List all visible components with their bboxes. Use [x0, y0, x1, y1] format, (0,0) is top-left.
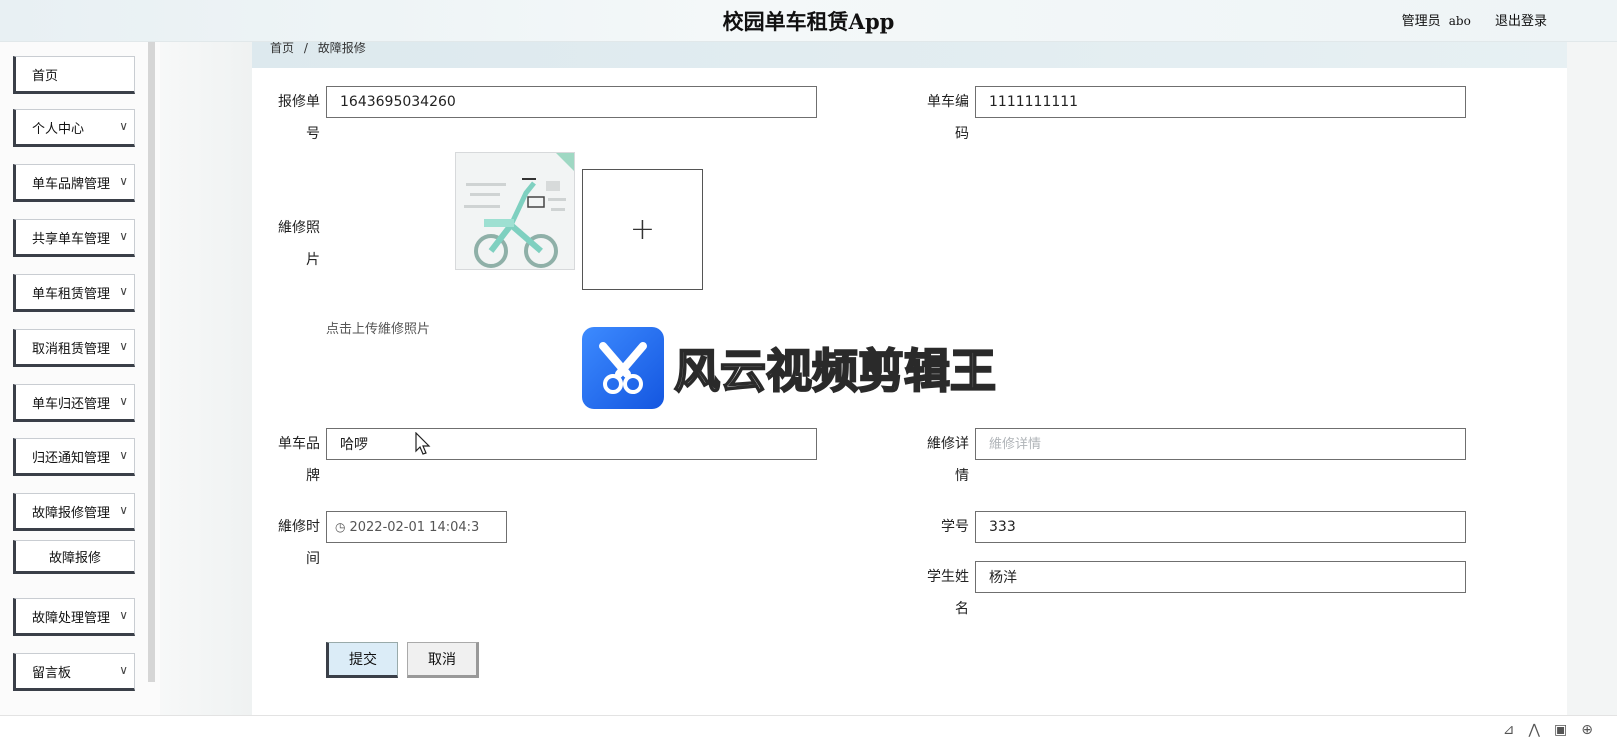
- submit-button[interactable]: 提交: [326, 642, 398, 678]
- repair-detail-label: 維修详情: [927, 436, 969, 484]
- sidebar-scrollbar[interactable]: [148, 42, 155, 682]
- sidebar-item-fault-report-mgmt[interactable]: 故障报修管理 ∨: [13, 493, 135, 531]
- chevron-down-icon: ∨: [119, 503, 128, 517]
- sidebar-item-label: 单车归还管理: [32, 396, 111, 412]
- chevron-down-icon: ∨: [119, 663, 128, 677]
- sidebar-item-label: 留言板: [32, 665, 72, 681]
- sidebar: 首页 个人中心 ∨ 单车品牌管理 ∨ 共享单车管理 ∨ 单车租赁管理 ∨ 取消租…: [0, 42, 160, 742]
- repair-no-label: 报修单号: [278, 94, 320, 142]
- user-role: 管理员: [1401, 14, 1441, 29]
- plus-icon: +: [629, 212, 656, 247]
- chevron-down-icon: ∨: [119, 284, 128, 298]
- bike-code-input[interactable]: [975, 86, 1466, 118]
- status-bar-icons: ⊿⋀▣⊕: [1503, 722, 1607, 738]
- repair-photo-label-text: 維修照片: [278, 220, 320, 268]
- chevron-down-icon: ∨: [119, 394, 128, 408]
- bike-code-label: 单车编码: [927, 94, 969, 142]
- scissors-icon: [599, 342, 647, 394]
- background-strip: [160, 42, 252, 715]
- breadcrumb-current: 故障报修: [317, 42, 366, 55]
- sidebar-item-label: 单车租赁管理: [32, 286, 111, 302]
- mouse-cursor-icon: [415, 432, 431, 455]
- sidebar-item-label: 故障报修管理: [32, 505, 111, 521]
- sidebar-subitem-label: 故障报修: [48, 550, 101, 566]
- toolbar-icon[interactable]: ▣: [1554, 722, 1581, 738]
- sidebar-item-return-notice[interactable]: 归还通知管理 ∨: [13, 438, 135, 476]
- watermark-text: 风云视频剪辑王: [673, 343, 997, 399]
- header-user-area: 管理员 abo 退出登录: [1402, 10, 1547, 29]
- sidebar-item-bike-return[interactable]: 单车归还管理 ∨: [13, 384, 135, 422]
- repair-photo-thumbnail[interactable]: [455, 152, 575, 270]
- sidebar-item-bike-brand[interactable]: 单车品牌管理 ∨: [13, 164, 135, 202]
- chevron-down-icon: ∨: [119, 608, 128, 622]
- chevron-down-icon: ∨: [119, 119, 128, 133]
- watermark-logo: [582, 327, 664, 409]
- student-no-input[interactable]: [975, 511, 1466, 543]
- upload-hint: 点击上传維修照片: [326, 322, 431, 337]
- sidebar-item-label: 共享单车管理: [32, 231, 111, 247]
- student-name-input[interactable]: [975, 561, 1466, 593]
- chevron-down-icon: ∨: [119, 229, 128, 243]
- repair-photo-label: 維修照片: [272, 212, 320, 276]
- repair-detail-input[interactable]: [975, 428, 1466, 460]
- user-name: abo: [1448, 14, 1471, 28]
- repair-time-picker[interactable]: ◷ 2022-02-01 14:04:3: [326, 511, 507, 543]
- bottom-status-bar: ⊿⋀▣⊕: [0, 715, 1617, 756]
- sidebar-item-label: 取消租赁管理: [32, 341, 111, 357]
- sidebar-item-bike-rental[interactable]: 单车租赁管理 ∨: [13, 274, 135, 312]
- repair-time-label: 維修时间: [278, 519, 320, 567]
- chevron-down-icon: ∨: [119, 174, 128, 188]
- upload-photo-button[interactable]: +: [582, 169, 703, 290]
- toolbar-icon[interactable]: ⊿: [1503, 722, 1529, 738]
- clock-icon: ◷: [335, 520, 346, 534]
- sidebar-item-home[interactable]: 首页: [13, 56, 135, 94]
- check-icon: [556, 153, 574, 171]
- logout-link[interactable]: 退出登录: [1495, 14, 1547, 29]
- student-no-label: 学号: [941, 519, 969, 535]
- student-name-label: 学生姓名: [927, 569, 969, 617]
- sidebar-subitem-fault-report[interactable]: 故障报修: [13, 540, 135, 574]
- sidebar-item-label: 故障处理管理: [32, 610, 111, 626]
- chevron-down-icon: ∨: [119, 339, 128, 353]
- bike-brand-input[interactable]: [326, 428, 817, 460]
- app-title: 校园单车租赁App: [722, 9, 895, 34]
- toolbar-icon[interactable]: ⊕: [1581, 722, 1607, 738]
- sidebar-item-message-board[interactable]: 留言板 ∨: [13, 653, 135, 691]
- video-editor-watermark: 风云视频剪辑王: [582, 327, 997, 409]
- sidebar-item-cancel-rental[interactable]: 取消租赁管理 ∨: [13, 329, 135, 367]
- cancel-button[interactable]: 取消: [407, 642, 479, 678]
- breadcrumb-separator: /: [303, 42, 308, 55]
- breadcrumb: 首页 / 故障报修: [252, 42, 1567, 68]
- bike-brand-label: 单车品牌: [278, 436, 320, 484]
- repair-time-value: 2022-02-01 14:04:3: [349, 519, 480, 535]
- top-header: 校园单车租赁App 管理员 abo 退出登录: [0, 0, 1617, 42]
- sidebar-item-personal-center[interactable]: 个人中心 ∨: [13, 109, 135, 147]
- right-scroll-area: [1567, 42, 1617, 715]
- sidebar-item-shared-bike[interactable]: 共享单车管理 ∨: [13, 219, 135, 257]
- sidebar-item-label: 首页: [32, 68, 59, 84]
- chevron-down-icon: ∨: [119, 448, 128, 462]
- sidebar-item-label: 归还通知管理: [32, 450, 111, 466]
- repair-no-input[interactable]: [326, 86, 817, 118]
- sidebar-item-label: 单车品牌管理: [32, 176, 111, 192]
- toolbar-icon[interactable]: ⋀: [1529, 722, 1554, 738]
- breadcrumb-home[interactable]: 首页: [270, 42, 294, 55]
- sidebar-item-fault-handling[interactable]: 故障处理管理 ∨: [13, 598, 135, 636]
- sidebar-item-label: 个人中心: [32, 121, 85, 137]
